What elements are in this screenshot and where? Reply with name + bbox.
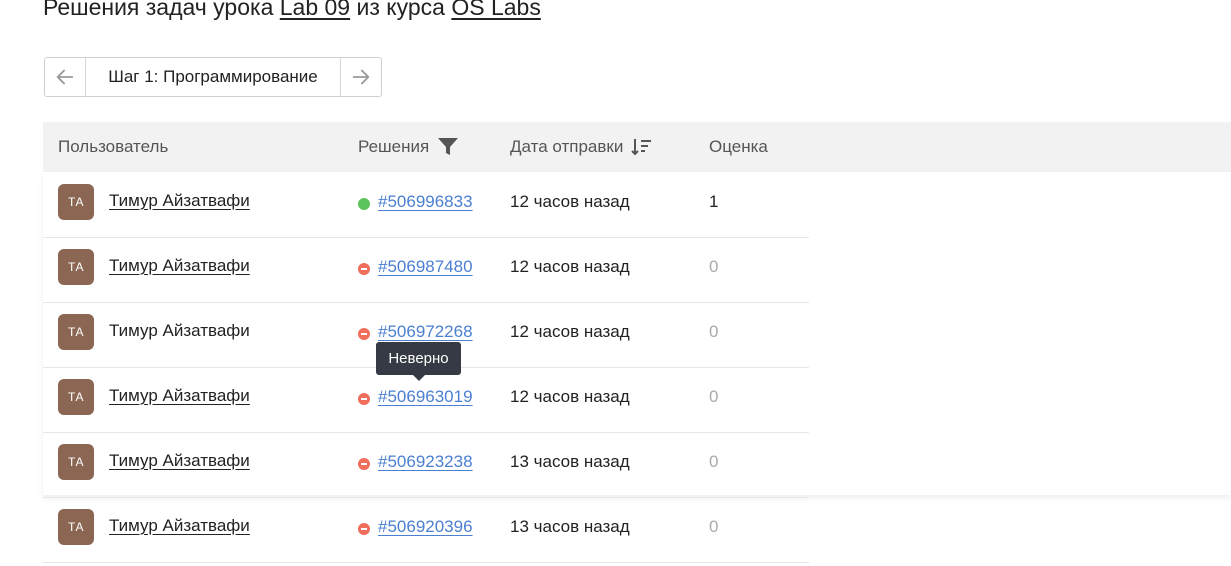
submission-link[interactable]: #506920396 <box>378 517 473 537</box>
table-row: ТА Тимур Айзатвафи #506987480 12 часов н… <box>43 237 809 303</box>
user-name-link[interactable]: Тимур Айзатвафи <box>109 191 250 211</box>
table-row: ТА Тимур Айзатвафи #506996833 12 часов н… <box>43 172 809 238</box>
arrow-right-icon <box>352 69 370 85</box>
submission-link[interactable]: #506972268 <box>378 322 473 342</box>
user-name-link[interactable]: Тимур Айзатвафи <box>109 256 250 276</box>
next-step-button[interactable] <box>341 58 381 96</box>
header-solutions-label: Решения <box>358 137 430 156</box>
header-solutions[interactable]: Решения <box>358 122 459 172</box>
avatar[interactable]: ТА <box>58 509 94 545</box>
status-wrong-icon[interactable] <box>358 263 370 275</box>
submission-link[interactable]: #506996833 <box>378 192 473 212</box>
user-name-link[interactable]: Тимур Айзатвафи <box>109 321 250 341</box>
prev-step-button[interactable] <box>45 58 85 96</box>
submission-date: 12 часов назад <box>510 322 630 341</box>
course-link[interactable]: OS Labs <box>451 0 541 20</box>
score-value: 0 <box>709 517 719 536</box>
header-date[interactable]: Дата отправки <box>510 122 653 172</box>
submission-date: 12 часов назад <box>510 192 630 211</box>
avatar[interactable]: ТА <box>58 249 94 285</box>
header-date-label: Дата отправки <box>510 137 624 156</box>
status-wrong-icon[interactable] <box>358 523 370 535</box>
score-value: 1 <box>709 192 719 211</box>
page-title: Решения задач урока Lab 09 из курса OS L… <box>43 0 541 21</box>
table-row: ТА Тимур Айзатвафи #506923238 13 часов н… <box>43 432 809 498</box>
status-wrong-icon[interactable] <box>358 458 370 470</box>
header-score: Оценка <box>709 122 768 172</box>
user-name-link[interactable]: Тимур Айзатвафи <box>109 386 250 406</box>
submission-link[interactable]: #506987480 <box>378 257 473 277</box>
score-value: 0 <box>709 257 719 276</box>
table-header: Пользователь Решения Дата отправки Оценк… <box>43 122 1231 172</box>
submission-link[interactable]: #506963019 <box>378 387 473 407</box>
step-navigation: Шаг 1: Программирование <box>44 57 382 97</box>
status-wrong-icon[interactable] <box>358 328 370 340</box>
table-row: ТА Тимур Айзатвафи #506963019 12 часов н… <box>43 367 809 433</box>
submission-date: 12 часов назад <box>510 257 630 276</box>
user-name-link[interactable]: Тимур Айзатвафи <box>109 516 250 536</box>
submission-date: 13 часов назад <box>510 517 630 536</box>
header-score-label: Оценка <box>709 137 768 156</box>
user-name-link[interactable]: Тимур Айзатвафи <box>109 451 250 471</box>
header-user: Пользователь <box>58 122 168 172</box>
arrow-left-icon <box>56 69 74 85</box>
step-label[interactable]: Шаг 1: Программирование <box>85 58 341 96</box>
table-row: ТА Тимур Айзатвафи #506920396 13 часов н… <box>43 497 809 563</box>
submission-date: 12 часов назад <box>510 387 630 406</box>
score-value: 0 <box>709 387 719 406</box>
avatar[interactable]: ТА <box>58 184 94 220</box>
status-tooltip: Неверно <box>376 342 461 381</box>
avatar[interactable]: ТА <box>58 314 94 350</box>
score-value: 0 <box>709 452 719 471</box>
header-user-label: Пользователь <box>58 137 169 156</box>
status-wrong-icon[interactable] <box>358 393 370 405</box>
avatar[interactable]: ТА <box>58 379 94 415</box>
filter-icon[interactable] <box>437 137 459 157</box>
sort-descending-icon[interactable] <box>631 137 653 157</box>
avatar[interactable]: ТА <box>58 444 94 480</box>
submission-link[interactable]: #506923238 <box>378 452 473 472</box>
page-title-prefix: Решения задач урока <box>43 0 274 20</box>
lesson-link[interactable]: Lab 09 <box>280 0 350 20</box>
page-title-middle: из курса <box>356 0 445 20</box>
score-value: 0 <box>709 322 719 341</box>
status-correct-icon[interactable] <box>358 198 370 210</box>
submission-date: 13 часов назад <box>510 452 630 471</box>
